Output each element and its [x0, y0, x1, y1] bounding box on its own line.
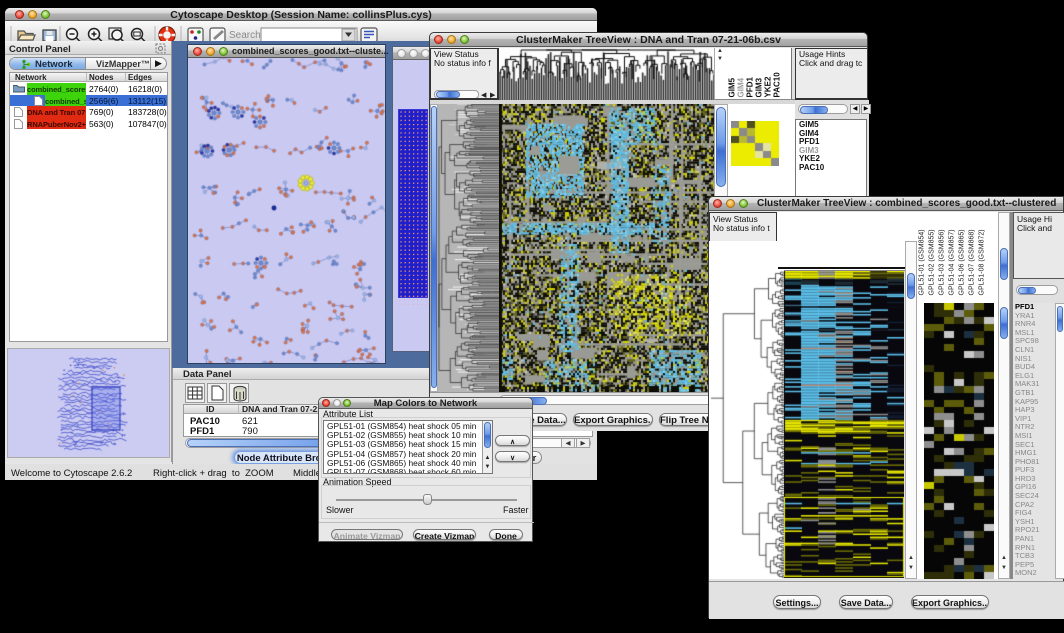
svg-text:Search:: Search:	[229, 30, 263, 41]
